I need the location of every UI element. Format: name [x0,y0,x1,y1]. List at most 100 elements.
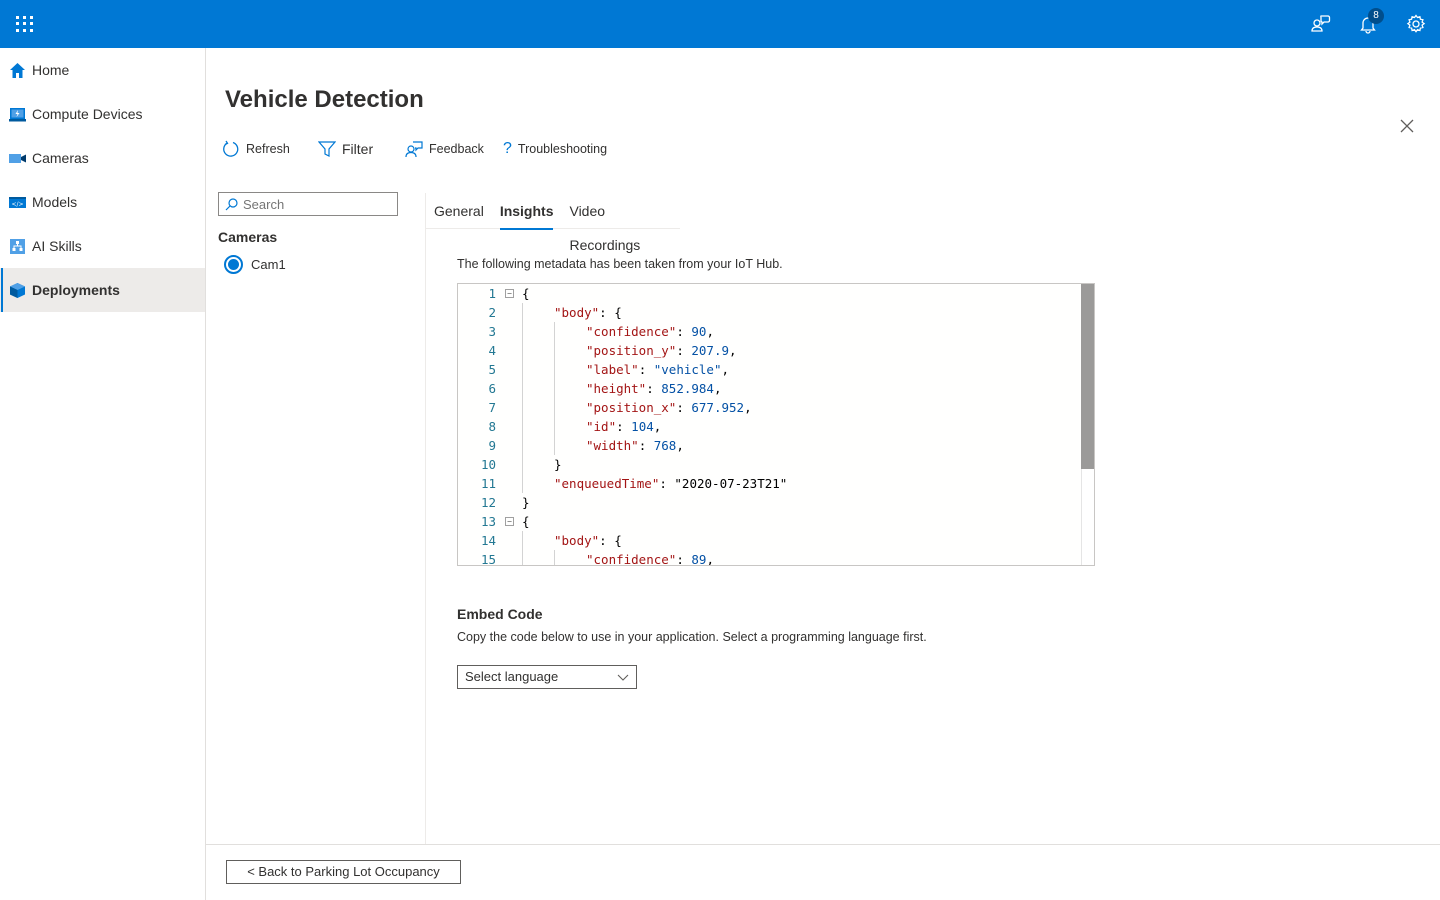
footer-divider [206,844,1440,845]
indent-guide [554,550,555,565]
close-icon[interactable] [1398,117,1416,135]
code-line: 15 "confidence": 89, [458,550,1078,566]
editor-scrollbar-thumb[interactable] [1081,284,1094,469]
settings-gear-icon[interactable] [1404,12,1428,36]
indent-guide [522,531,523,565]
tab-insights[interactable]: Insights [492,194,562,230]
sidebar-item-label: Deployments [32,282,120,298]
code-line: 1−{ [458,284,1078,303]
sidebar-item-cameras[interactable]: Cameras [0,136,205,180]
line-number: 15 [480,552,496,566]
line-number: 1 [488,286,496,301]
home-icon [9,62,26,79]
line-number: 14 [480,533,496,548]
svg-text:</>: </> [11,201,23,208]
compute-device-icon [9,106,26,123]
code-line: 6 "height": 852.984, [458,379,1078,398]
code-text: "label": "vehicle", [586,362,730,377]
app-launcher-waffle-icon[interactable] [14,14,34,34]
refresh-icon [223,140,239,157]
indent-guide [522,303,523,493]
top-bar: 8 [0,0,1440,48]
sidebar-item-label: Compute Devices [32,106,143,122]
line-number: 4 [488,343,496,358]
code-text: } [554,457,562,472]
sidebar-item-label: Models [32,194,78,210]
code-text: { [522,514,530,529]
metadata-json-editor[interactable]: 1−{2 "body": {3 "confidence": 90, 4 "positio… [457,283,1095,566]
indent-guide [554,322,555,455]
ai-skills-icon [9,238,26,255]
code-text: "id": 104, [586,419,662,434]
line-number: 11 [480,476,496,491]
sidebar-item-label: Home [32,62,70,78]
code-text: "height": 852.984, [586,381,722,396]
line-number: 8 [488,419,496,434]
tab-bar: General Insights Video Recordings [426,194,680,253]
code-line: 4 "position_y": 207.9, [458,341,1078,360]
feedback-label: Feedback [429,142,484,156]
line-number: 6 [488,381,496,396]
back-to-parking-lot-button[interactable]: < Back to Parking Lot Occupancy [226,860,461,884]
code-line: 8 "id": 104, [458,417,1078,436]
refresh-button[interactable]: Refresh [222,138,290,160]
line-number: 9 [488,438,496,453]
fold-toggle-icon[interactable]: − [505,517,514,526]
radio-button-selected[interactable] [224,255,243,274]
code-text: "confidence": 90, [586,324,714,339]
code-text: } [522,495,530,510]
line-number: 3 [488,324,496,339]
language-select[interactable]: Select language [457,665,637,689]
refresh-label: Refresh [246,142,290,156]
sidebar-item-models[interactable]: </> Models [0,180,205,224]
tab-general[interactable]: General [426,194,492,229]
sidebar-item-deployments[interactable]: Deployments [0,268,205,312]
filter-label: Filter [342,141,374,157]
code-text: "body": { [554,533,622,548]
tab-video-recordings[interactable]: Video Recordings [561,194,680,253]
line-number: 5 [488,362,496,377]
code-line: 2 "body": { [458,303,1078,322]
camera-search-box[interactable] [218,192,398,216]
notification-count-badge: 8 [1368,8,1384,24]
feedback-people-icon[interactable] [1308,12,1332,36]
line-number: 13 [480,514,496,529]
line-number: 12 [480,495,496,510]
code-line: 10} [458,455,1078,474]
code-line: 3 "confidence": 90, [458,322,1078,341]
cameras-heading: Cameras [218,229,278,245]
code-text: "width": 768, [586,438,684,453]
chevron-down-icon [617,674,629,681]
filter-button[interactable]: Filter [318,138,373,160]
sidebar-item-ai-skills[interactable]: AI Skills [0,224,205,268]
deployments-icon [9,282,26,299]
sidebar-item-label: AI Skills [32,238,82,254]
sidebar-item-compute-devices[interactable]: Compute Devices [0,92,205,136]
code-text: "position_y": 207.9, [586,343,737,358]
code-text: "position_x": 677.952, [586,400,752,415]
troubleshooting-label: Troubleshooting [517,142,608,156]
line-number: 10 [480,457,496,472]
sidebar-nav: Home Compute Devices Cameras </> Models … [0,48,206,900]
help-question-icon: ? [503,140,512,157]
code-line: 12} [458,493,1078,512]
troubleshooting-button[interactable]: ? Troubleshooting [501,138,607,160]
line-number: 2 [488,305,496,320]
feedback-icon [405,141,423,158]
sidebar-item-home[interactable]: Home [0,48,205,92]
code-text: "body": { [554,305,622,320]
feedback-button[interactable]: Feedback [405,138,484,160]
panel-divider [425,193,426,844]
search-icon [225,197,238,210]
search-input[interactable] [243,196,383,212]
embed-code-heading: Embed Code [457,606,543,622]
camera-radio-cam1[interactable]: Cam1 [224,255,286,274]
code-line: 14 "body": { [458,531,1078,550]
page-title: Vehicle Detection [225,86,424,113]
embed-code-description: Copy the code below to use in your appli… [457,630,927,644]
code-line: 9 "width": 768, [458,436,1078,455]
line-number: 7 [488,400,496,415]
fold-toggle-icon[interactable]: − [505,289,514,298]
code-line: 5 "label": "vehicle", [458,360,1078,379]
camera-label: Cam1 [251,257,286,272]
